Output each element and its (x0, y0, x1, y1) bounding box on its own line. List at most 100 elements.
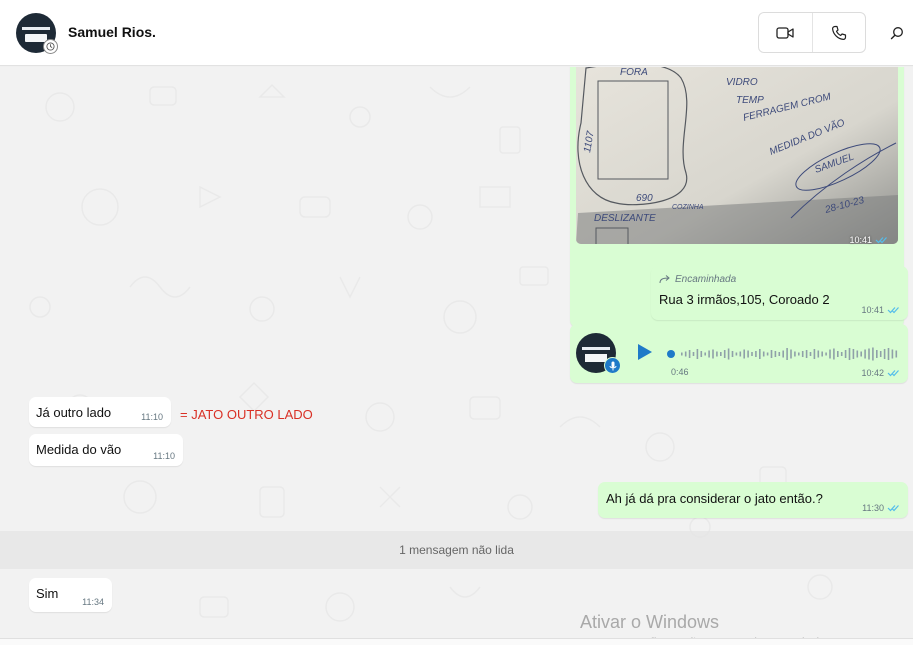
waveform-bar (743, 349, 745, 359)
waveform-bar (700, 351, 703, 357)
waveform-bar (684, 351, 687, 357)
read-ticks-icon (887, 370, 899, 377)
waveform-bar (794, 351, 796, 357)
message-timestamp: 10:41 (861, 305, 900, 315)
call-button-group (758, 12, 866, 53)
chat-area[interactable]: FORA DESLIZANTE 690 1107 COZINHA VIDRO T… (0, 67, 913, 645)
waveform-bar (833, 348, 835, 360)
waveform-bar (805, 350, 808, 358)
video-call-button[interactable] (759, 13, 812, 52)
unread-divider: 1 mensagem não lida (0, 531, 913, 569)
waveform-bar (723, 350, 726, 358)
playback-position-dot[interactable] (667, 350, 675, 358)
waveform-bar (735, 352, 738, 356)
voice-duration: 0:46 (671, 367, 689, 377)
waveform-bar (696, 349, 699, 359)
incoming-message[interactable]: Medida do vão 11:10 (29, 434, 183, 466)
sketch-photo[interactable]: FORA DESLIZANTE 690 1107 COZINHA VIDRO T… (576, 67, 898, 244)
waveform-bar (692, 352, 695, 356)
read-ticks-icon (887, 505, 899, 512)
waveform-bar (895, 350, 898, 358)
waveform-bar (688, 350, 691, 358)
waveform-bar (837, 351, 839, 357)
waveform-bar (782, 350, 784, 358)
waveform-bar (879, 351, 882, 357)
avatar-logo-box (585, 354, 607, 362)
read-ticks-icon (887, 307, 899, 314)
avatar-logo-mark (582, 347, 610, 350)
waveform-bar (731, 351, 734, 357)
waveform-bar (770, 350, 773, 358)
waveform-bar (708, 350, 710, 358)
annotation-text: = JATO OUTRO LADO (180, 407, 313, 422)
waveform-bar (778, 352, 781, 356)
waveform-bar (712, 349, 714, 359)
waveform-bar (720, 352, 722, 356)
sketch-label: 690 (636, 193, 653, 204)
waveform-bar (821, 351, 823, 357)
waveform-bar (856, 350, 859, 358)
watermark-title: Ativar o Windows (580, 612, 720, 632)
waveform-bar (759, 349, 761, 359)
waveform-bar (801, 351, 804, 357)
note-line: TEMP (736, 95, 764, 106)
waveform-bar (852, 349, 855, 359)
waveform-bar (755, 351, 757, 357)
search-button[interactable] (886, 22, 908, 44)
waveform-bar (829, 349, 831, 359)
note-line: VIDRO (726, 77, 758, 88)
waveform-bar (774, 351, 777, 357)
chat-header: Samuel Rios. (0, 0, 913, 66)
forwarded-message[interactable]: Encaminhada Rua 3 irmãos,105, Coroado 2 … (651, 266, 908, 320)
waveform-bar (681, 352, 683, 356)
composer-edge (0, 638, 913, 645)
play-button[interactable] (636, 342, 654, 362)
incoming-message[interactable]: Já outro lado 11:10 (29, 397, 171, 427)
waveform-bar (872, 347, 874, 361)
waveform-bar (747, 350, 749, 358)
message-text: Medida do vão (36, 442, 122, 457)
incoming-message[interactable]: Sim 11:34 (29, 578, 112, 612)
message-timestamp: 11:34 (82, 597, 104, 607)
forwarded-label: Encaminhada (659, 274, 736, 285)
waveform-bar (762, 351, 765, 357)
message-text: Já outro lado (36, 405, 112, 420)
waveform-bar (876, 350, 878, 358)
waveform-bar (716, 351, 718, 357)
message-text: Ah já dá pra considerar o jato então.? (606, 491, 823, 506)
message-timestamp: 10:41 (849, 235, 888, 245)
sketch-label: COZINHA (672, 204, 704, 211)
clock-icon (43, 39, 58, 54)
message-timestamp: 11:10 (141, 412, 163, 422)
message-timestamp: 11:30 (862, 503, 900, 513)
waveform-bar (848, 348, 851, 360)
read-ticks-icon (875, 237, 887, 244)
waveform-bar (704, 352, 706, 356)
waveform-bar (766, 352, 769, 356)
phone-icon (831, 25, 846, 40)
waveform-bar (825, 352, 827, 356)
waveform-bar (860, 351, 862, 357)
outgoing-message[interactable]: Ah já dá pra considerar o jato então.? 1… (598, 482, 908, 518)
audio-waveform[interactable] (667, 346, 899, 362)
waveform-bar (813, 349, 816, 359)
waveform-bar (840, 352, 843, 356)
contact-name[interactable]: Samuel Rios. (68, 24, 156, 40)
waveform-bar (809, 352, 812, 356)
waveform-bar (868, 348, 870, 360)
voice-call-button[interactable] (811, 13, 866, 52)
waveform-bar (887, 348, 890, 360)
waveform-bar (883, 349, 886, 359)
waveform-bar (864, 349, 866, 359)
waveform-bar (891, 349, 894, 359)
waveform-bar (790, 349, 792, 359)
sketch-label: FORA (620, 67, 648, 78)
sketch-label: DESLIZANTE (594, 213, 656, 224)
microphone-icon (604, 357, 621, 374)
message-text: Rua 3 irmãos,105, Coroado 2 (659, 292, 830, 307)
forward-arrow-icon (659, 275, 670, 284)
waveform-bar (739, 351, 742, 357)
waveform-bar (844, 350, 847, 358)
message-timestamp: 10:42 (861, 368, 900, 378)
waveform-bar (817, 350, 820, 358)
